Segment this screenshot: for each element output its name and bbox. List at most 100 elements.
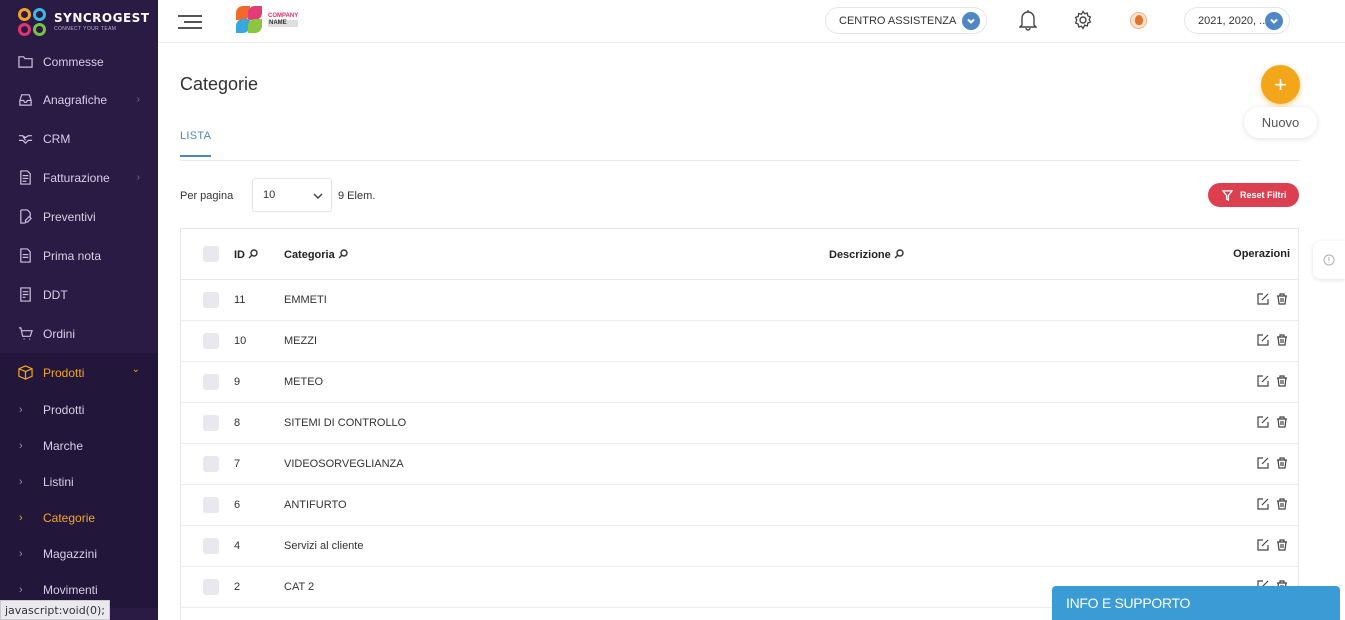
- brand-tagline: CONNECT YOUR TEAM: [54, 26, 117, 32]
- sidebar-subitem-marche[interactable]: › Marche: [0, 428, 158, 464]
- sidebar-item-label: Ordini: [43, 326, 76, 341]
- chevron-right-icon: ›: [19, 584, 23, 596]
- search-icon[interactable]: [338, 249, 348, 259]
- sidebar-subitem-label: Prodotti: [43, 403, 85, 417]
- gear-icon[interactable]: [1073, 10, 1093, 33]
- edit-icon[interactable]: [1257, 375, 1269, 390]
- row-checkbox[interactable]: [203, 415, 219, 431]
- trash-icon[interactable]: [1276, 498, 1288, 513]
- sidebar-item-label: Anagrafiche: [43, 92, 108, 107]
- sidebar-subitem-listini[interactable]: › Listini: [0, 464, 158, 500]
- sidebar-item-ddt[interactable]: DDT: [0, 275, 158, 314]
- company-name-line2: NAME: [268, 20, 299, 27]
- sidebar-item-label: Prodotti: [43, 365, 85, 380]
- side-info-tab[interactable]: [1313, 241, 1345, 279]
- edit-icon[interactable]: [1257, 293, 1269, 308]
- filter-icon: [1222, 189, 1233, 201]
- header-id[interactable]: ID: [234, 249, 258, 261]
- new-button[interactable]: +: [1261, 65, 1300, 104]
- sidebar-item-ordini[interactable]: Ordini: [0, 314, 158, 353]
- trash-icon[interactable]: [1276, 293, 1288, 308]
- cell-id: 6: [234, 499, 241, 511]
- edit-icon[interactable]: [1257, 539, 1269, 554]
- company-logo[interactable]: COMPANY NAME: [232, 3, 299, 37]
- sidebar-item-prima-nota[interactable]: Prima nota: [0, 236, 158, 275]
- sidebar-item-preventivi[interactable]: Preventivi: [0, 197, 158, 236]
- sidebar-subitem-categorie[interactable]: › Categorie: [0, 500, 158, 536]
- sidebar-item-label: CRM: [43, 131, 71, 146]
- trash-icon[interactable]: [1276, 539, 1288, 554]
- cell-id: 8: [234, 417, 241, 429]
- cell-category: CAT 2: [284, 581, 315, 593]
- handshake-icon: [17, 131, 33, 147]
- topbar: COMPANY NAME CENTRO ASSISTENZA 2021, 202…: [158, 0, 1345, 43]
- header-operations: Operazioni: [1233, 248, 1290, 260]
- main-content: Categorie + Nuovo LISTA Per pagina 10 9 …: [158, 43, 1345, 620]
- per-page-select[interactable]: 10: [252, 178, 332, 212]
- year-selector[interactable]: 2021, 2020, ...: [1184, 7, 1290, 34]
- chevron-down-icon: [1265, 12, 1283, 30]
- info-icon: [1323, 254, 1335, 266]
- page-title: Categorie: [180, 74, 259, 94]
- tab-lista[interactable]: LISTA: [180, 130, 212, 157]
- sidebar-item-label: DDT: [43, 287, 68, 302]
- company-name-line1: COMPANY: [268, 13, 299, 19]
- trash-icon[interactable]: [1276, 457, 1288, 472]
- brand[interactable]: SYNCROGEST CONNECT YOUR TEAM: [0, 0, 158, 43]
- company-flower-icon: [232, 3, 266, 37]
- chevron-down-icon: [962, 12, 980, 30]
- info-support-widget[interactable]: INFO E SUPPORTO: [1052, 586, 1340, 620]
- search-icon[interactable]: [894, 249, 904, 259]
- inbox-icon: [17, 92, 33, 108]
- edit-icon[interactable]: [1257, 334, 1269, 349]
- menu-toggle-icon[interactable]: [178, 12, 202, 30]
- cell-category: VIDEOSORVEGLIANZA: [284, 458, 404, 470]
- table-row: 4 Servizi al cliente: [181, 526, 1298, 567]
- table-row: 11 EMMETI: [181, 280, 1298, 321]
- sidebar-nav: Commesse Anagrafiche › CRM Fatturazione …: [0, 43, 158, 608]
- chevron-right-icon: ›: [136, 172, 140, 183]
- chevron-right-icon: ›: [19, 440, 23, 452]
- sidebar-subitem-prodotti[interactable]: › Prodotti: [0, 392, 158, 428]
- sidebar-item-label: Preventivi: [43, 209, 96, 224]
- sidebar-item-prodotti[interactable]: Prodotti ⌄: [0, 353, 158, 392]
- user-avatar[interactable]: [1130, 12, 1147, 29]
- sidebar-item-label: Prima nota: [43, 248, 102, 263]
- cell-id: 4: [234, 540, 241, 552]
- trash-icon[interactable]: [1276, 334, 1288, 349]
- cart-icon: [17, 326, 33, 342]
- trash-icon[interactable]: [1276, 416, 1288, 431]
- year-selector-label: 2021, 2020, ...: [1198, 14, 1269, 27]
- select-all-checkbox[interactable]: [203, 246, 219, 262]
- cell-category: MEZZI: [284, 335, 317, 347]
- search-icon[interactable]: [248, 249, 258, 259]
- trash-icon[interactable]: [1276, 375, 1288, 390]
- row-checkbox[interactable]: [203, 538, 219, 554]
- edit-icon[interactable]: [1257, 416, 1269, 431]
- edit-icon[interactable]: [1257, 498, 1269, 513]
- row-checkbox[interactable]: [203, 333, 219, 349]
- reset-filters-button[interactable]: Reset Filtri: [1208, 183, 1299, 207]
- sidebar: SYNCROGEST CONNECT YOUR TEAM Commesse An…: [0, 0, 158, 620]
- row-checkbox[interactable]: [203, 292, 219, 308]
- tabs: LISTA: [180, 130, 1300, 161]
- sidebar-item-anagrafiche[interactable]: Anagrafiche ›: [0, 80, 158, 119]
- per-page-label: Per pagina: [180, 190, 234, 202]
- row-checkbox[interactable]: [203, 579, 219, 595]
- header-description[interactable]: Descrizione: [829, 249, 904, 261]
- sidebar-item-commesse[interactable]: Commesse: [0, 43, 158, 80]
- row-checkbox[interactable]: [203, 374, 219, 390]
- cell-id: 2: [234, 581, 241, 593]
- sidebar-item-crm[interactable]: CRM: [0, 119, 158, 158]
- sidebar-subitem-label: Marche: [43, 439, 84, 453]
- header-category[interactable]: Categoria: [284, 249, 348, 261]
- cell-category: Servizi al cliente: [284, 540, 364, 552]
- edit-icon[interactable]: [1257, 457, 1269, 472]
- sidebar-subitem-magazzini[interactable]: › Magazzini: [0, 536, 158, 572]
- sidebar-item-fatturazione[interactable]: Fatturazione ›: [0, 158, 158, 197]
- row-checkbox[interactable]: [203, 497, 219, 513]
- row-checkbox[interactable]: [203, 456, 219, 472]
- sidebar-subitem-label: Movimenti: [43, 583, 98, 597]
- bell-icon[interactable]: [1018, 9, 1038, 34]
- assistance-dropdown[interactable]: CENTRO ASSISTENZA: [825, 7, 987, 34]
